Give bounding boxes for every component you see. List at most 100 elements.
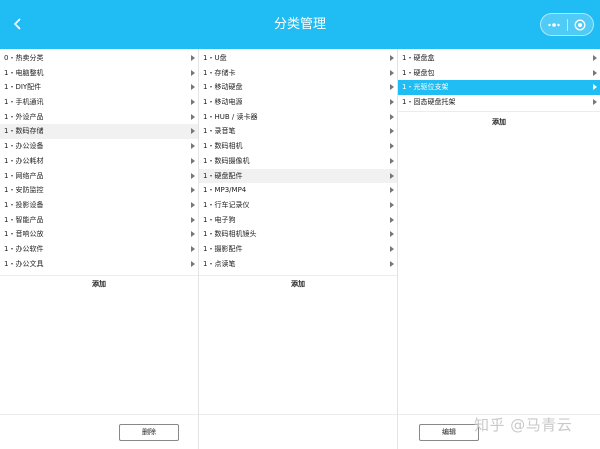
list-item[interactable]: 1・音响公放 xyxy=(0,227,198,242)
chevron-right-icon xyxy=(390,231,394,238)
list-item[interactable]: 0・热卖分类 xyxy=(0,51,198,66)
chevron-right-icon xyxy=(390,128,394,135)
list-item-label: 1・HUB / 读卡器 xyxy=(203,112,258,121)
list-item[interactable]: 1・手机通讯 xyxy=(0,95,198,110)
chevron-right-icon xyxy=(191,201,195,208)
add-button[interactable]: 添加 xyxy=(0,277,198,291)
list-item[interactable]: 1・U盘 xyxy=(199,51,397,66)
list-item[interactable]: 1・硬盘包 xyxy=(398,66,600,81)
list-item-label: 1・数码摄像机 xyxy=(203,156,250,165)
divider xyxy=(398,111,600,112)
list-item[interactable]: 1・硬盘配件 xyxy=(199,168,397,184)
list-item-label: 1・数码相机镜头 xyxy=(203,230,257,239)
chevron-right-icon xyxy=(191,260,195,267)
list-item[interactable]: 1・DIY配件 xyxy=(0,80,198,95)
list-item[interactable]: 1・数码相机 xyxy=(199,139,397,154)
more-dots-icon[interactable] xyxy=(541,14,567,35)
chevron-right-icon xyxy=(390,84,394,91)
list-item-label: 1・存储卡 xyxy=(203,68,236,77)
chevron-right-icon xyxy=(390,187,394,194)
chevron-right-icon xyxy=(390,99,394,106)
list-item[interactable]: 1・电子狗 xyxy=(199,213,397,228)
list-item[interactable]: 1・移动电源 xyxy=(199,95,397,110)
list-item-label: 1・光驱位支架 xyxy=(402,83,449,92)
list-item[interactable]: 1・安防监控 xyxy=(0,183,198,198)
chevron-right-icon xyxy=(191,99,195,106)
list-item[interactable]: 1・录音笔 xyxy=(199,124,397,139)
list-item[interactable]: 1・存储卡 xyxy=(199,66,397,81)
divider xyxy=(199,414,397,415)
list-item[interactable]: 1・电脑整机 xyxy=(0,66,198,81)
list-item[interactable]: 1・HUB / 读卡器 xyxy=(199,110,397,125)
chevron-right-icon xyxy=(191,216,195,223)
list-item[interactable]: 1・光驱位支架 xyxy=(398,80,600,96)
chevron-right-icon xyxy=(191,231,195,238)
add-button[interactable]: 添加 xyxy=(398,115,600,129)
list-item[interactable]: 1・MP3/MP4 xyxy=(199,183,397,198)
list-item[interactable]: 1・办公设备 xyxy=(0,139,198,154)
list-item[interactable]: 1・办公文具 xyxy=(0,257,198,272)
list-item-label: 1・网络产品 xyxy=(4,171,44,180)
list-item-label: 1・硬盘配件 xyxy=(203,171,243,180)
chevron-right-icon xyxy=(390,113,394,120)
chevron-right-icon xyxy=(593,84,597,91)
edit-button[interactable]: 编辑 xyxy=(419,424,479,441)
list-item-label: 1・硬盘盒 xyxy=(402,54,435,62)
list-item[interactable]: 1・网络产品 xyxy=(0,169,198,184)
list-item[interactable]: 1・数码摄像机 xyxy=(199,154,397,169)
chevron-right-icon xyxy=(390,157,394,164)
list-item[interactable]: 1・固态硬盘托架 xyxy=(398,95,600,110)
chevron-right-icon xyxy=(191,172,195,179)
list-item-label: 1・智能产品 xyxy=(4,215,44,224)
list-item-label: 1・硬盘包 xyxy=(402,68,435,77)
list-item-label: 1・录音笔 xyxy=(203,127,236,136)
chevron-right-icon xyxy=(191,157,195,164)
page-title: 分类管理 xyxy=(273,17,326,32)
list-item[interactable]: 1・数码存储 xyxy=(0,124,198,140)
chevron-right-icon xyxy=(390,172,394,179)
divider xyxy=(0,414,198,415)
list-item-label: 0・热卖分类 xyxy=(4,54,44,62)
list-item-label: 1・外设产品 xyxy=(4,112,44,121)
target-circle-icon[interactable] xyxy=(568,14,594,35)
chevron-right-icon xyxy=(390,201,394,208)
list-item-label: 1・移动硬盘 xyxy=(203,83,243,92)
list-item-label: 1・办公文具 xyxy=(4,259,44,268)
add-button[interactable]: 添加 xyxy=(199,277,397,291)
list-item-label: 1・音响公放 xyxy=(4,230,44,239)
list-item[interactable]: 1・硬盘盒 xyxy=(398,51,600,66)
list-item-label: 1・U盘 xyxy=(203,54,227,62)
category-list: 1・硬盘盒 1・硬盘包 1・光驱位支架 1・固态硬盘托架 xyxy=(398,51,600,110)
list-item-label: 1・投影设备 xyxy=(4,200,44,209)
chevron-right-icon xyxy=(191,187,195,194)
chevron-right-icon xyxy=(390,55,394,61)
list-item[interactable]: 1・行车记录仪 xyxy=(199,198,397,213)
divider xyxy=(0,275,198,276)
list-item-label: 1・数码存储 xyxy=(4,127,44,136)
list-item[interactable]: 1・外设产品 xyxy=(0,110,198,125)
list-item-label: 1・数码相机 xyxy=(203,142,243,151)
chevron-right-icon xyxy=(191,143,195,150)
category-column-level1: 0・热卖分类 1・电脑整机 1・DIY配件 1・手机通讯 1・外设产品 1・数码存储 1・办… xyxy=(0,49,199,449)
navigation-bar: 分类管理 xyxy=(0,0,600,49)
list-item[interactable]: 1・办公耗材 xyxy=(0,154,198,169)
chevron-right-icon xyxy=(191,113,195,120)
chevron-right-icon xyxy=(191,245,195,252)
delete-button[interactable]: 删除 xyxy=(119,424,179,441)
list-item-label: 1・电脑整机 xyxy=(4,68,44,77)
list-item[interactable]: 1・数码相机镜头 xyxy=(199,227,397,242)
chevron-right-icon xyxy=(191,55,195,61)
list-item[interactable]: 1・智能产品 xyxy=(0,213,198,228)
chevron-right-icon xyxy=(390,216,394,223)
list-item-label: 1・移动电源 xyxy=(203,98,243,107)
list-item-label: 1・办公软件 xyxy=(4,244,44,253)
list-item[interactable]: 1・点读笔 xyxy=(199,257,397,272)
list-item[interactable]: 1・移动硬盘 xyxy=(199,80,397,95)
chevron-right-icon xyxy=(390,143,394,150)
list-item-label: 1・行车记录仪 xyxy=(203,200,250,209)
list-item[interactable]: 1・摄影配件 xyxy=(199,242,397,257)
watermark: 知乎 @马青云 xyxy=(474,416,573,434)
list-item[interactable]: 1・办公软件 xyxy=(0,242,198,257)
chevron-right-icon xyxy=(191,128,195,135)
list-item[interactable]: 1・投影设备 xyxy=(0,198,198,213)
